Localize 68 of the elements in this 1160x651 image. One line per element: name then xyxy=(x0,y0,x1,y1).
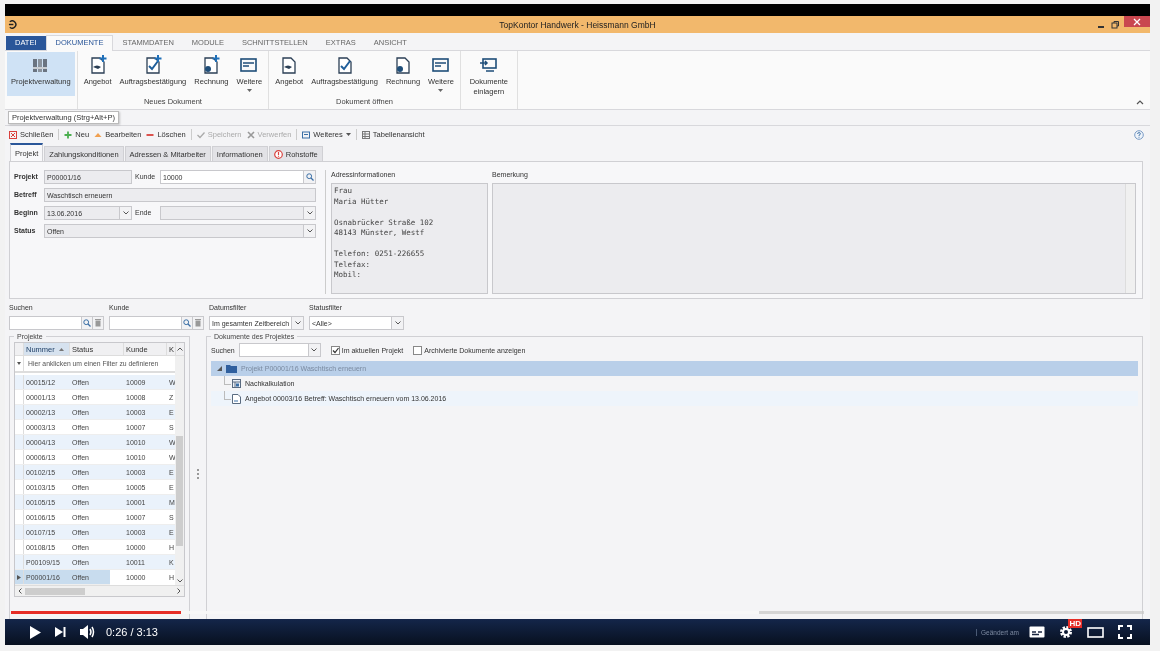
volume-icon[interactable] xyxy=(80,625,96,639)
end-date-field[interactable] xyxy=(160,206,316,220)
theater-mode-icon[interactable] xyxy=(1087,626,1104,638)
chevron-down-icon[interactable] xyxy=(306,229,313,233)
video-progress-bar[interactable] xyxy=(11,611,1144,614)
remark-field[interactable] xyxy=(492,183,1136,294)
scroll-left-icon[interactable] xyxy=(18,588,22,594)
list-icon xyxy=(302,130,311,139)
calculator-icon xyxy=(232,379,241,388)
warning-icon xyxy=(273,149,283,159)
search-field[interactable] xyxy=(9,316,82,330)
scrollbar[interactable] xyxy=(15,585,184,596)
search-field[interactable] xyxy=(109,316,182,330)
checkbox[interactable] xyxy=(413,345,423,355)
scrollbar[interactable] xyxy=(1125,184,1135,293)
hd-badge: HD xyxy=(1068,619,1082,628)
monitor-icon xyxy=(478,55,499,75)
clear-button[interactable] xyxy=(193,316,204,330)
search-button[interactable] xyxy=(182,316,193,330)
table-icon xyxy=(361,130,370,139)
checkbox[interactable] xyxy=(330,345,340,355)
scrollbar[interactable] xyxy=(175,356,184,585)
row-pointer-icon xyxy=(17,574,21,580)
chevron-down-icon[interactable] xyxy=(311,348,318,352)
video-time: 0:26 / 3:13 xyxy=(106,626,158,638)
caret-icon xyxy=(246,89,252,92)
trash-icon xyxy=(195,319,201,327)
scroll-up-icon[interactable] xyxy=(177,347,183,351)
check-icon xyxy=(196,130,205,139)
sort-icon xyxy=(58,347,64,351)
close-icon xyxy=(1133,17,1141,26)
chevron-down-icon[interactable] xyxy=(294,321,301,325)
search-icon xyxy=(183,319,191,327)
collapse-icon[interactable] xyxy=(1136,99,1144,105)
caret-icon xyxy=(438,89,444,92)
document-icon xyxy=(393,55,413,75)
chevron-down-icon[interactable] xyxy=(306,211,313,215)
settings-icon[interactable] xyxy=(1059,625,1073,639)
search-icon[interactable] xyxy=(305,173,314,181)
window-title: TopKontor Handwerk - Heissmann GmbH xyxy=(499,19,656,30)
subtitles-icon[interactable] xyxy=(1029,626,1045,638)
close-button[interactable] xyxy=(1124,16,1150,27)
cross-icon xyxy=(246,130,255,139)
close-icon xyxy=(9,130,17,139)
splitter-handle[interactable] xyxy=(197,469,199,479)
chevron-down-icon[interactable] xyxy=(394,321,401,325)
document-icon xyxy=(232,393,241,404)
folder-icon xyxy=(226,364,237,373)
restore-icon[interactable] xyxy=(1110,20,1120,29)
fullscreen-icon[interactable] xyxy=(1118,625,1132,639)
help-icon[interactable] xyxy=(1134,129,1144,140)
search-button[interactable] xyxy=(82,316,93,330)
trash-icon xyxy=(95,319,101,327)
logo-icon xyxy=(8,20,17,29)
search-icon xyxy=(83,319,91,327)
plus-icon xyxy=(64,130,73,139)
play-icon[interactable] xyxy=(29,625,41,639)
document-icon xyxy=(201,55,222,75)
expander-icon[interactable] xyxy=(217,366,222,371)
list-icon xyxy=(430,55,451,75)
scroll-down-icon[interactable] xyxy=(176,579,183,583)
scroll-right-icon[interactable] xyxy=(177,588,181,594)
caret-icon xyxy=(345,133,351,136)
clear-button[interactable] xyxy=(93,316,104,330)
chevron-down-icon[interactable] xyxy=(122,211,129,215)
next-icon[interactable] xyxy=(55,627,66,637)
filter-icon xyxy=(17,361,21,366)
list-icon xyxy=(239,55,260,75)
